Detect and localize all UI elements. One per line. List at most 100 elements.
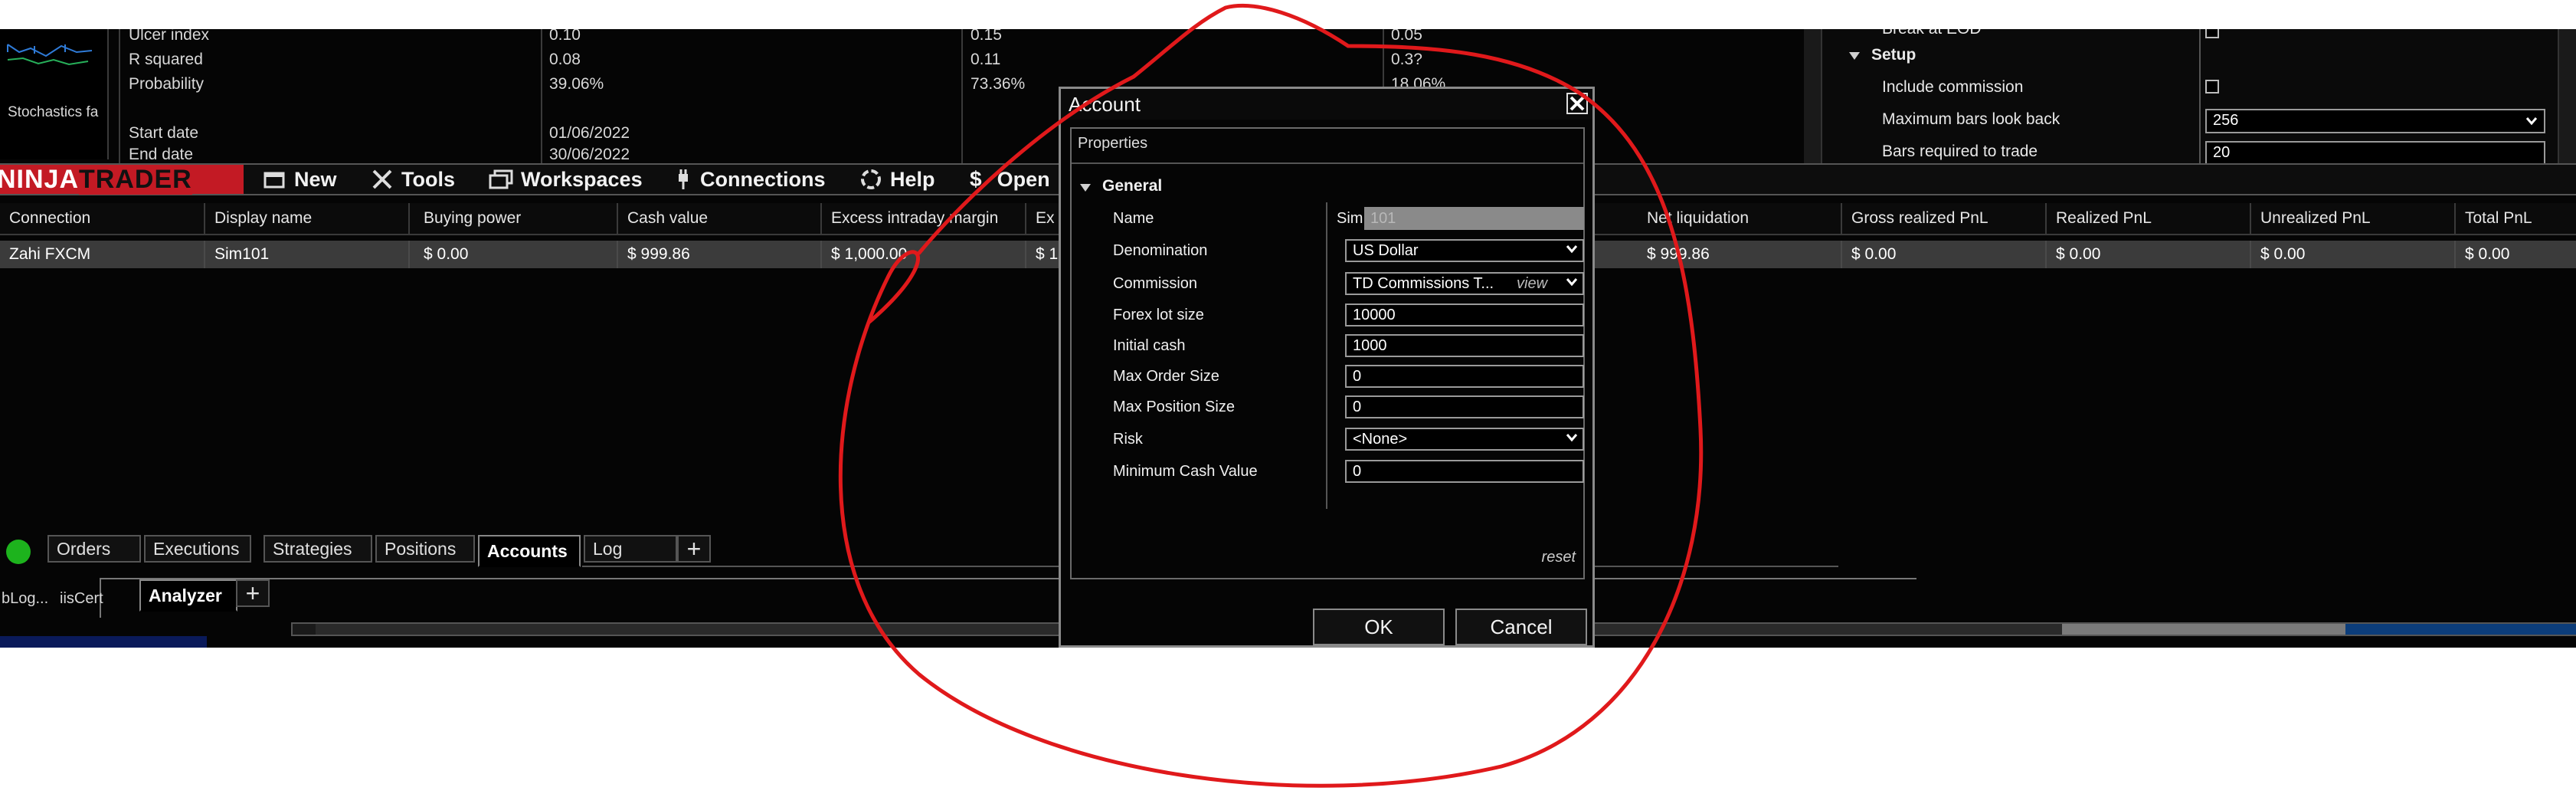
cell-gross-realized-pnl: $ 0.00: [1842, 241, 2047, 268]
max-order-size-input[interactable]: 0: [1345, 365, 1584, 388]
menu-help[interactable]: Help: [859, 165, 935, 194]
tab-analyzer[interactable]: Analyzer: [139, 579, 237, 612]
setting-max-bars: Maximum bars look back: [1882, 110, 2060, 128]
col-connection[interactable]: Connection: [0, 203, 205, 234]
new-window-icon: [263, 172, 285, 189]
desktop-strip: [0, 636, 207, 648]
cell-cash-value: $ 999.86: [618, 241, 822, 268]
max-bars-value: 256: [2213, 112, 2239, 129]
tab-accounts[interactable]: Accounts: [478, 535, 581, 567]
minimum-cash-value-label: Minimum Cash Value: [1113, 463, 1258, 480]
properties-header: Properties: [1078, 135, 1148, 152]
close-icon: [1569, 96, 1585, 111]
ok-button[interactable]: OK: [1313, 609, 1445, 645]
panel-splitter[interactable]: [1804, 29, 1822, 163]
add-tab-button[interactable]: +: [677, 535, 711, 563]
cell-realized-pnl: $ 0.00: [2047, 241, 2251, 268]
tab-strategies[interactable]: Strategies: [263, 535, 372, 563]
initial-cash-input[interactable]: 1000: [1345, 334, 1584, 357]
col-buying-power[interactable]: Buying power: [414, 203, 618, 234]
chevron-down-icon: [2525, 117, 2538, 126]
collapse-triangle-icon[interactable]: [1848, 51, 1861, 61]
ninjatrader-logo: NINJA TRADER: [0, 164, 244, 195]
col-cash-value[interactable]: Cash value: [618, 203, 822, 234]
bars-required-input[interactable]: 20: [2205, 141, 2545, 166]
col-total-pnl[interactable]: Total PnL: [2456, 203, 2576, 234]
minimum-cash-value-input[interactable]: 0: [1345, 460, 1584, 483]
denomination-value: US Dollar: [1353, 241, 1419, 259]
cell-excess-intraday-margin: $ 1,000.00: [822, 241, 1026, 268]
max-position-size-input[interactable]: 0: [1345, 395, 1584, 418]
minimum-cash-value: 0: [1353, 462, 1362, 480]
max-order-size-label: Max Order Size: [1113, 368, 1219, 385]
max-order-size-value: 0: [1353, 367, 1362, 385]
stat-value: 0.10: [549, 29, 581, 44]
commission-label: Commission: [1113, 275, 1198, 292]
menu-tools[interactable]: Tools: [371, 165, 455, 194]
close-button[interactable]: [1566, 93, 1588, 114]
collapse-triangle-icon[interactable]: [1079, 182, 1092, 193]
commission-view-link[interactable]: view: [1517, 275, 1547, 293]
chevron-down-icon: [1566, 245, 1578, 254]
setting-include-commission: Include commission: [1882, 78, 2024, 96]
tab-orders[interactable]: Orders: [47, 535, 141, 563]
col-realized-pnl[interactable]: Realized PnL: [2047, 203, 2251, 234]
plug-icon: [679, 169, 688, 189]
tools-icon: [372, 169, 392, 189]
general-group-header[interactable]: General: [1102, 177, 1162, 195]
denomination-select[interactable]: US Dollar: [1345, 239, 1584, 262]
col-excess-intraday-margin[interactable]: Excess intraday margin: [822, 203, 1026, 234]
initial-cash-label: Initial cash: [1113, 337, 1186, 354]
menu-open[interactable]: $ Open: [970, 165, 1050, 194]
stat-value: 39.06%: [549, 75, 604, 93]
forex-lot-size-value: 10000: [1353, 306, 1396, 323]
analyzer-chart-thumbnail: Stochastics fa: [0, 29, 109, 159]
tab-positions[interactable]: Positions: [375, 535, 475, 563]
add-analyzer-tab-button[interactable]: +: [236, 579, 270, 607]
denomination-label: Denomination: [1113, 242, 1208, 259]
scrollbar-track-segment: [2345, 624, 2576, 635]
stat-label-rsquared: R squared: [129, 51, 203, 68]
col-display-name[interactable]: Display name: [205, 203, 410, 234]
risk-select[interactable]: <None>: [1345, 428, 1584, 451]
setup-section-header[interactable]: Setup: [1871, 46, 1916, 64]
stat-value: 0.05: [1391, 29, 1422, 44]
name-value: 101: [1370, 209, 1396, 227]
taskbar-item-blog[interactable]: bLog...: [2, 590, 48, 608]
commission-value: TD Commissions T...: [1353, 274, 1494, 292]
col-unrealized-pnl[interactable]: Unrealized PnL: [2251, 203, 2456, 234]
include-commission-checkbox[interactable]: [2205, 80, 2219, 94]
taskbar-item-iiscert[interactable]: iisCert: [60, 590, 103, 608]
cancel-button[interactable]: Cancel: [1455, 609, 1587, 645]
break-at-eod-checkbox[interactable]: [2205, 29, 2219, 38]
forex-lot-size-input[interactable]: 10000: [1345, 303, 1584, 326]
strategy-settings-panel: Break at EOD Setup Include commission Ma…: [1804, 29, 2576, 166]
max-position-size-value: 0: [1353, 398, 1362, 415]
settings-scrollbar[interactable]: [2558, 29, 2576, 163]
tab-log[interactable]: Log: [584, 535, 677, 563]
analyzer-window-tabs: Analyzer +: [100, 578, 1916, 618]
reset-link[interactable]: reset: [1542, 549, 1576, 566]
max-bars-select[interactable]: 256: [2205, 109, 2545, 133]
stat-value: 01/06/2022: [549, 124, 630, 142]
menu-new-label: New: [294, 167, 337, 191]
setting-break-at-eod: Break at EOD: [1882, 29, 1982, 38]
commission-select[interactable]: TD Commissions T... view: [1345, 272, 1584, 295]
stat-label-start-date: Start date: [129, 124, 199, 142]
stat-value: 0.3?: [1391, 51, 1422, 68]
menu-new[interactable]: New: [263, 165, 337, 194]
menu-connections-label: Connections: [700, 167, 826, 191]
initial-cash-value: 1000: [1353, 336, 1387, 354]
menu-connections[interactable]: Connections: [674, 165, 826, 194]
stat-value: 0.15: [971, 29, 1002, 44]
cell-net-liquidation: $ 999.86: [1638, 241, 1842, 268]
bars-required-value: 20: [2213, 144, 2231, 161]
stat-label-ulcer: Ulcer index: [129, 29, 210, 44]
menu-workspaces[interactable]: Workspaces: [489, 165, 643, 194]
dialog-titlebar[interactable]: Account: [1061, 89, 1592, 120]
col-net-liquidation[interactable]: Net liquidation: [1638, 203, 1842, 234]
tab-executions[interactable]: Executions: [144, 535, 251, 563]
max-position-size-label: Max Position Size: [1113, 399, 1235, 415]
col-gross-realized-pnl[interactable]: Gross realized PnL: [1842, 203, 2047, 234]
help-lifebuoy-icon: [861, 169, 881, 189]
